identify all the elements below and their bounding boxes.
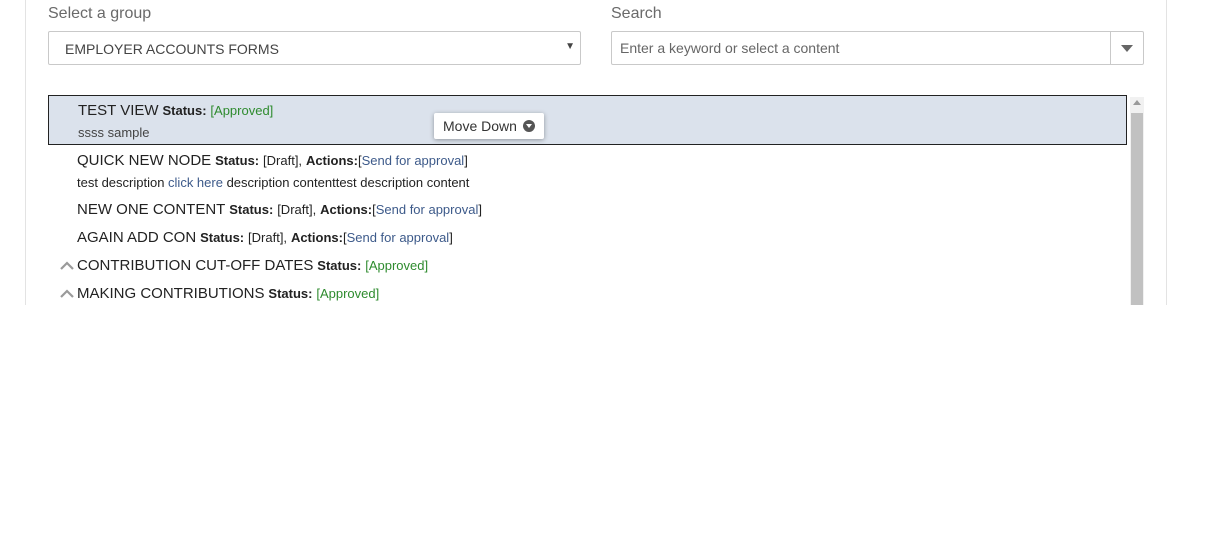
search-combobox[interactable]: [611, 31, 1144, 65]
actions-label: Actions:: [320, 202, 373, 217]
send-for-approval-link[interactable]: Send for approval: [376, 202, 479, 217]
content-tree: TEST VIEW Status: [Approved] ssss sample…: [48, 95, 1145, 305]
bracket: ]: [464, 153, 468, 168]
status-value: [Draft],: [248, 230, 288, 245]
status-label: Status:: [215, 153, 260, 168]
move-down-label: Move Down: [443, 118, 517, 134]
tree-item-contribution-cut-off-dates[interactable]: CONTRIBUTION CUT-OFF DATES Status: [Appr…: [77, 257, 428, 274]
search-label: Search: [611, 5, 662, 22]
group-select-label: Select a group: [48, 5, 152, 22]
tree-item-title: QUICK NEW NODE: [77, 152, 212, 169]
actions-label: Actions:: [305, 153, 358, 168]
move-down-tooltip[interactable]: Move Down: [434, 113, 544, 139]
arrow-down-circle-icon: [522, 120, 535, 132]
tree-item-test-view[interactable]: TEST VIEW Status: [Approved] ssss sample: [48, 95, 1127, 145]
tree-item-title: AGAIN ADD CON: [77, 229, 197, 246]
send-for-approval-link[interactable]: Send for approval: [347, 230, 450, 245]
status-value: [Draft],: [263, 153, 303, 168]
group-select[interactable]: EMPLOYER ACCOUNTS FORMS ▼: [48, 31, 581, 65]
tree-item-title: NEW ONE CONTENT: [77, 201, 226, 218]
tree-item-title: CONTRIBUTION CUT-OFF DATES: [77, 257, 314, 274]
tree-item-title: TEST VIEW: [78, 102, 159, 119]
search-input[interactable]: [612, 32, 1110, 64]
status-value: [Draft],: [277, 202, 317, 217]
search-dropdown-button[interactable]: [1110, 32, 1143, 64]
status-value: [Approved]: [210, 103, 274, 118]
content-panel: Select a group Search EMPLOYER ACCOUNTS …: [25, 0, 1167, 305]
click-here-link[interactable]: click here: [168, 175, 223, 190]
scroll-up-icon[interactable]: [1133, 100, 1141, 105]
tree-item-new-one-content[interactable]: NEW ONE CONTENT Status: [Draft], Actions…: [77, 201, 482, 218]
dropdown-arrow-icon: ▼: [565, 41, 575, 52]
status-value: [Approved]: [365, 258, 429, 273]
tree-item-description: ssss sample: [78, 125, 150, 140]
send-for-approval-link[interactable]: Send for approval: [362, 153, 465, 168]
actions-label: Actions:: [290, 230, 343, 245]
status-value: [Approved]: [316, 286, 380, 301]
description-text: test description: [77, 175, 169, 190]
description-text: description contenttest description cont…: [222, 175, 470, 190]
tree-item-description: test description click here description …: [77, 174, 469, 190]
bracket: ]: [449, 230, 453, 245]
chevron-down-icon: [1121, 45, 1133, 52]
status-label: Status:: [317, 258, 362, 273]
tree-item-quick-new-node[interactable]: QUICK NEW NODE Status: [Draft], Actions:…: [77, 152, 468, 169]
bracket: ]: [478, 202, 482, 217]
tree-scrollbar[interactable]: [1130, 97, 1144, 305]
tree-item-title: MAKING CONTRIBUTIONS: [77, 285, 265, 302]
status-label: Status:: [200, 230, 245, 245]
status-label: Status:: [268, 286, 313, 301]
status-label: Status:: [229, 202, 274, 217]
scrollbar-thumb[interactable]: [1131, 113, 1143, 305]
tree-item-making-contributions[interactable]: MAKING CONTRIBUTIONS Status: [Approved]: [77, 285, 379, 302]
tree-item-again-add-con[interactable]: AGAIN ADD CON Status: [Draft], Actions:[…: [77, 229, 453, 246]
status-label: Status:: [162, 103, 207, 118]
group-select-value: EMPLOYER ACCOUNTS FORMS: [65, 41, 279, 57]
